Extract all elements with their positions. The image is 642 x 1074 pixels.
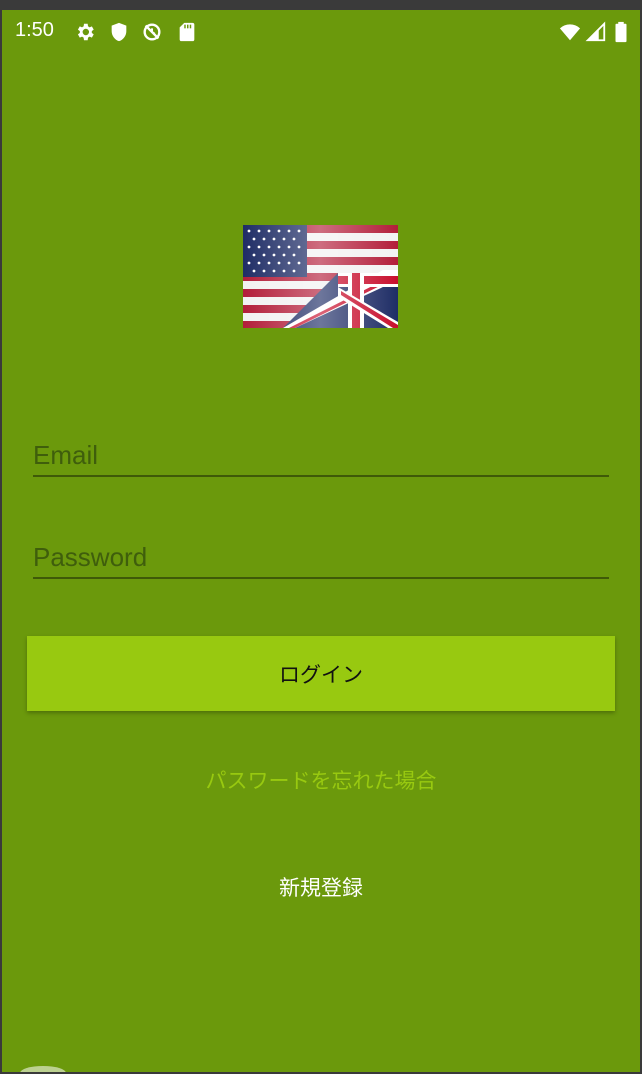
forgot-password-link[interactable]: パスワードを忘れた場合 [2,765,640,795]
register-link[interactable]: 新規登録 [2,872,640,902]
home-gesture-handle[interactable] [20,1066,66,1072]
wifi-icon [559,24,581,41]
status-time: 1:50 [15,19,54,41]
shield-icon [111,22,127,42]
status-bar: 1:50 [2,10,640,54]
battery-icon [615,21,627,43]
email-field[interactable] [33,427,609,477]
password-input[interactable] [33,542,609,573]
app-screen: 1:50 Email ログイン パスワードを忘れた場合 新規登録 [2,10,640,1072]
gear-icon [77,23,94,41]
signal-icon [585,21,606,42]
sd-card-icon [179,22,195,42]
no-sync-icon [143,23,161,41]
password-field[interactable] [33,529,609,579]
login-button[interactable]: ログイン [27,636,615,711]
us-uk-flag-logo [243,225,398,328]
email-input[interactable] [33,440,609,471]
